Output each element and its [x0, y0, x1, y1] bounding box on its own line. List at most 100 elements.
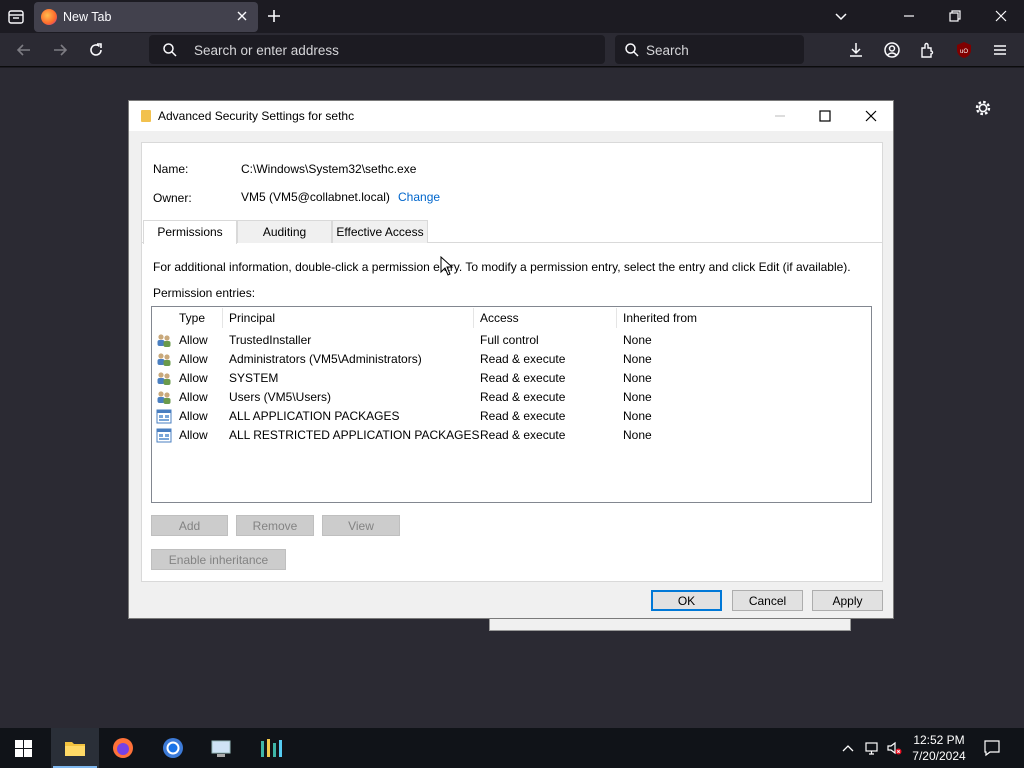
chrome-taskbar-button[interactable]	[149, 728, 197, 768]
menu-icon[interactable]	[990, 40, 1010, 60]
entry-principal: Administrators (VM5\Administrators)	[229, 352, 422, 366]
network-app-taskbar-button[interactable]	[197, 728, 245, 768]
table-row[interactable]: Allow Administrators (VM5\Administrators)…	[152, 350, 871, 369]
svg-text:uO: uO	[960, 49, 968, 55]
table-row[interactable]: Allow ALL RESTRICTED APPLICATION PACKAGES…	[152, 426, 871, 445]
entry-type: Allow	[179, 409, 208, 423]
entry-principal: SYSTEM	[229, 371, 279, 385]
search-bar[interactable]: Search	[615, 35, 804, 64]
browser-navbar: Search or enter address Search uO	[0, 33, 1024, 67]
minimize-window-icon[interactable]	[899, 6, 919, 26]
entry-type: Allow	[179, 333, 208, 347]
apply-button[interactable]: Apply	[812, 590, 883, 611]
users-icon	[157, 334, 171, 347]
column-type[interactable]: Type	[179, 311, 205, 325]
entry-principal: ALL RESTRICTED APPLICATION PACKAGES	[229, 428, 480, 442]
account-icon[interactable]	[882, 40, 902, 60]
table-row[interactable]: Allow SYSTEM Read & execute None	[152, 369, 871, 388]
gear-icon[interactable]	[973, 98, 993, 118]
notifications-icon[interactable]	[983, 739, 1001, 757]
owner-value: VM5 (VM5@collabnet.local)	[241, 190, 390, 204]
entry-type: Allow	[179, 352, 208, 366]
tab-permissions[interactable]: Permissions	[143, 220, 237, 244]
network-icon[interactable]	[863, 740, 879, 756]
entry-inherited-from: None	[623, 352, 652, 366]
entry-principal: ALL APPLICATION PACKAGES	[229, 409, 400, 423]
tab-list-icon[interactable]	[6, 7, 26, 27]
dialog-title: Advanced Security Settings for sethc	[158, 109, 355, 123]
list-all-tabs-icon[interactable]	[831, 6, 851, 26]
restore-window-icon[interactable]	[945, 6, 965, 26]
entry-inherited-from: None	[623, 390, 652, 404]
view-button[interactable]: View	[322, 515, 400, 536]
file-explorer-taskbar-button[interactable]	[51, 728, 99, 768]
extensions-icon[interactable]	[918, 40, 938, 60]
reload-icon[interactable]	[86, 40, 106, 60]
clock-date: 7/20/2024	[912, 749, 966, 763]
name-value: C:\Windows\System32\sethc.exe	[241, 162, 417, 176]
tab-new-tab[interactable]: New Tab	[34, 2, 258, 32]
tab-effective-access[interactable]: Effective Access	[332, 220, 428, 243]
column-access[interactable]: Access	[480, 311, 519, 325]
entry-inherited-from: None	[623, 371, 652, 385]
entry-inherited-from: None	[623, 409, 652, 423]
table-row[interactable]: Allow ALL APPLICATION PACKAGES Read & exec…	[152, 407, 871, 426]
entry-type: Allow	[179, 390, 208, 404]
remove-button[interactable]: Remove	[236, 515, 314, 536]
table-row[interactable]: Allow TrustedInstaller Full control None	[152, 331, 871, 350]
close-icon[interactable]	[856, 105, 886, 127]
back-icon[interactable]	[14, 40, 34, 60]
app-taskbar-button[interactable]	[247, 728, 295, 768]
forward-icon[interactable]	[50, 40, 70, 60]
enable-inheritance-button[interactable]: Enable inheritance	[151, 549, 286, 570]
users-icon	[157, 372, 171, 385]
tab-title: New Tab	[63, 10, 112, 24]
computer-network-icon	[211, 740, 231, 757]
url-bar[interactable]: Search or enter address	[149, 35, 605, 64]
downloads-icon[interactable]	[846, 40, 866, 60]
minimize-icon[interactable]	[765, 105, 795, 127]
table-row[interactable]: Allow Users (VM5\Users) Read & execute None	[152, 388, 871, 407]
firefox-taskbar-button[interactable]	[99, 728, 147, 768]
add-button[interactable]: Add	[151, 515, 228, 536]
entry-principal: TrustedInstaller	[229, 333, 312, 347]
permission-entries-list[interactable]: Type Principal Access Inherited from All…	[151, 306, 872, 503]
chrome-icon	[163, 738, 183, 758]
cancel-button[interactable]: Cancel	[732, 590, 803, 611]
entry-access: Read & execute	[480, 371, 566, 385]
column-divider[interactable]	[473, 308, 474, 328]
change-owner-link[interactable]: Change	[398, 190, 440, 204]
ok-button[interactable]: OK	[651, 590, 722, 611]
system-clock[interactable]: 12:52 PM 7/20/2024	[906, 732, 972, 764]
entry-type: Allow	[179, 371, 208, 385]
chevron-up-icon[interactable]	[840, 740, 856, 756]
maximize-icon[interactable]	[810, 105, 840, 127]
ublock-origin-icon[interactable]: uO	[954, 40, 974, 60]
tab-auditing[interactable]: Auditing	[237, 220, 332, 243]
column-divider[interactable]	[222, 308, 223, 328]
close-window-icon[interactable]	[991, 6, 1011, 26]
dialog-titlebar[interactable]: Advanced Security Settings for sethc	[129, 101, 893, 131]
firefox-icon	[41, 9, 57, 25]
column-principal[interactable]: Principal	[229, 311, 275, 325]
search-placeholder: Search	[646, 43, 689, 58]
mouse-cursor-icon	[440, 256, 454, 276]
owner-label: Owner:	[153, 191, 192, 205]
name-label: Name:	[153, 162, 189, 176]
close-tab-icon[interactable]	[234, 8, 250, 24]
column-inherited-from[interactable]: Inherited from	[623, 311, 697, 325]
volume-muted-icon[interactable]	[886, 740, 902, 756]
entries-label: Permission entries:	[153, 286, 256, 300]
column-divider[interactable]	[616, 308, 617, 328]
windows-start-icon[interactable]	[15, 740, 32, 757]
entry-access: Read & execute	[480, 409, 566, 423]
new-tab-icon[interactable]	[265, 7, 283, 25]
firefox-icon	[113, 738, 133, 758]
entry-access: Read & execute	[480, 428, 566, 442]
entry-access: Read & execute	[480, 352, 566, 366]
url-placeholder: Search or enter address	[194, 43, 339, 58]
security-tabs: Permissions Auditing Effective Access	[142, 220, 882, 244]
info-text: For additional information, double-click…	[153, 260, 851, 274]
app-package-icon	[156, 428, 172, 443]
taskbar: 12:52 PM 7/20/2024	[0, 728, 1024, 768]
